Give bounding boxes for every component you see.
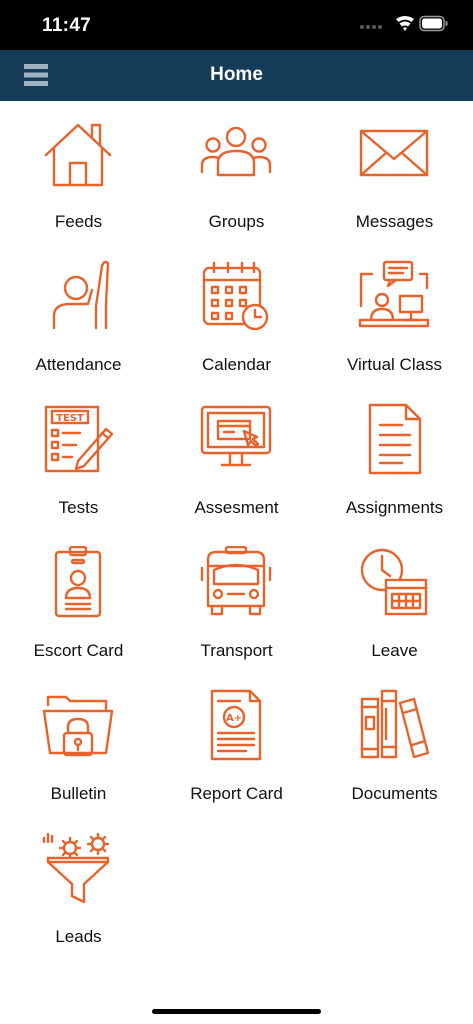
tile-calendar[interactable]: Calendar bbox=[158, 244, 315, 387]
tile-leads[interactable]: Leads bbox=[0, 816, 157, 959]
tile-label: Tests bbox=[58, 498, 99, 517]
tile-label: Attendance bbox=[35, 355, 122, 374]
tile-label: Assignments bbox=[345, 498, 444, 517]
tile-label: Leave bbox=[371, 641, 418, 660]
status-bar: 11:47 bbox=[0, 0, 473, 50]
tile-feeds[interactable]: Feeds bbox=[0, 101, 157, 244]
cellular-signal-icon bbox=[360, 25, 382, 29]
home-indicator[interactable] bbox=[152, 1009, 321, 1014]
tile-attendance[interactable]: Attendance bbox=[0, 244, 157, 387]
document-icon bbox=[358, 403, 430, 475]
id-badge-icon bbox=[42, 546, 114, 618]
locked-folder-icon bbox=[42, 689, 114, 761]
report-card-icon: A+ bbox=[200, 689, 272, 761]
funnel-gears-icon bbox=[42, 832, 114, 904]
page-title: Home bbox=[210, 64, 263, 85]
virtual-class-icon bbox=[358, 260, 430, 332]
tile-label: Report Card bbox=[190, 784, 283, 803]
tile-report-card[interactable]: A+ Report Card bbox=[158, 673, 315, 816]
tile-label: Groups bbox=[208, 212, 265, 231]
group-people-icon bbox=[200, 117, 272, 189]
tile-assignments[interactable]: Assignments bbox=[316, 387, 473, 530]
battery-icon bbox=[419, 15, 448, 32]
tile-bulletin[interactable]: Bulletin bbox=[0, 673, 157, 816]
tile-label: Leads bbox=[55, 927, 102, 946]
envelope-icon bbox=[358, 117, 430, 189]
house-icon bbox=[42, 117, 114, 189]
tile-label: Transport bbox=[200, 641, 273, 660]
nav-bar: Home bbox=[0, 50, 473, 101]
books-icon bbox=[358, 689, 430, 761]
svg-text:A+: A+ bbox=[226, 713, 242, 724]
raised-hand-icon bbox=[42, 260, 114, 332]
tile-label: Escort Card bbox=[33, 641, 124, 660]
tile-assesment[interactable]: Assesment bbox=[158, 387, 315, 530]
monitor-cursor-icon bbox=[200, 403, 272, 475]
status-time: 11:47 bbox=[42, 15, 92, 36]
calendar-clock-icon bbox=[200, 260, 272, 332]
test-paper-icon: TEST bbox=[42, 403, 114, 475]
wifi-icon bbox=[396, 16, 414, 31]
clock-calendar-icon bbox=[358, 546, 430, 618]
tile-leave[interactable]: Leave bbox=[316, 530, 473, 673]
status-indicators bbox=[359, 14, 449, 36]
tile-messages[interactable]: Messages bbox=[316, 101, 473, 244]
svg-text:TEST: TEST bbox=[56, 413, 84, 424]
tile-escort-card[interactable]: Escort Card bbox=[0, 530, 157, 673]
tile-label: Feeds bbox=[54, 212, 103, 231]
bus-icon bbox=[200, 546, 272, 618]
tile-label: Calendar bbox=[202, 355, 271, 374]
tile-groups[interactable]: Groups bbox=[158, 101, 315, 244]
tile-label: Documents bbox=[351, 784, 438, 803]
tile-documents[interactable]: Documents bbox=[316, 673, 473, 816]
tile-virtual-class[interactable]: Virtual Class bbox=[316, 244, 473, 387]
tile-label: Assesment bbox=[194, 498, 279, 517]
tile-transport[interactable]: Transport bbox=[158, 530, 315, 673]
tile-label: Messages bbox=[355, 212, 434, 231]
tile-label: Virtual Class bbox=[346, 355, 443, 374]
tile-tests[interactable]: TEST Tests bbox=[0, 387, 157, 530]
tile-label: Bulletin bbox=[50, 784, 107, 803]
